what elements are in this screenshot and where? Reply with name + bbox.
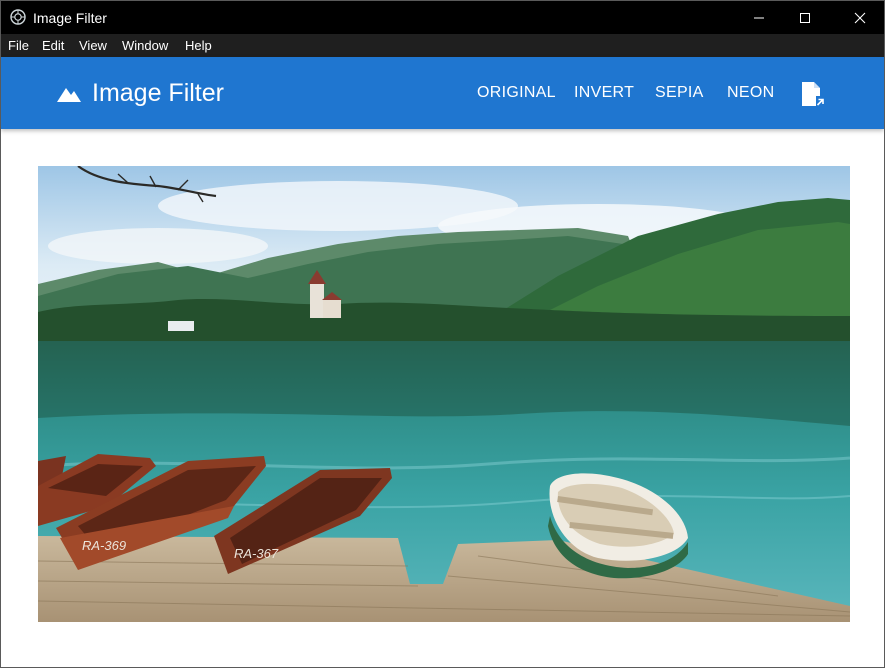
photo-canvas: RA-369 RA-367	[38, 166, 850, 622]
app-bar: Image Filter ORIGINAL INVERT SEPIA NEON	[1, 57, 884, 129]
app-icon	[10, 9, 26, 25]
mountains-icon	[57, 88, 81, 102]
minimize-icon	[754, 17, 764, 18]
lake-photo: RA-369 RA-367	[38, 166, 850, 622]
window-title: Image Filter	[33, 10, 107, 26]
filter-neon-button[interactable]: NEON	[727, 84, 774, 102]
close-button[interactable]	[837, 1, 883, 34]
boat-label-ra367: RA-367	[234, 546, 279, 561]
menu-bar: File Edit View Window Help	[1, 34, 884, 57]
app-title: Image Filter	[92, 79, 224, 107]
maximize-button[interactable]	[782, 1, 828, 34]
filter-invert-button[interactable]: INVERT	[574, 84, 634, 102]
close-icon	[854, 12, 866, 23]
filter-sepia-button[interactable]: SEPIA	[655, 84, 704, 102]
app-window: Image Filter File Edit View Window Help	[0, 0, 885, 668]
menu-help[interactable]: Help	[185, 38, 212, 53]
minimize-button[interactable]	[736, 1, 782, 34]
menu-file[interactable]: File	[8, 38, 29, 53]
boat-label-ra369: RA-369	[82, 538, 126, 553]
menu-edit[interactable]: Edit	[42, 38, 64, 53]
open-file-icon[interactable]	[799, 81, 825, 107]
filter-original-button[interactable]: ORIGINAL	[477, 84, 556, 102]
menu-view[interactable]: View	[79, 38, 107, 53]
title-bar[interactable]: Image Filter	[1, 1, 884, 34]
maximize-icon	[800, 12, 810, 23]
menu-window[interactable]: Window	[122, 38, 168, 53]
